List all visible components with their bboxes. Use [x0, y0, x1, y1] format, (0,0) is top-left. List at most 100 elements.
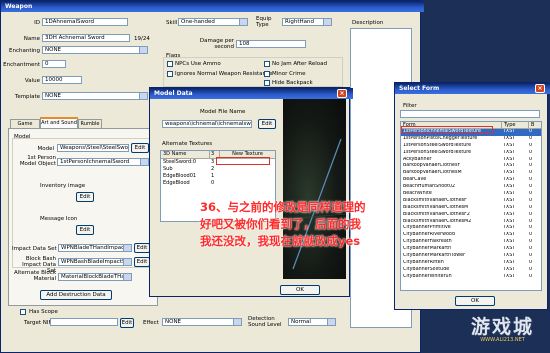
flag-ignores-resistance-checkbox[interactable]: [167, 71, 173, 77]
form-type: TXST: [503, 197, 516, 203]
form-list-row[interactable]: CityBannerWhiterun TXST 0: [401, 274, 541, 281]
impact-dropdown[interactable]: WPNBladeTHandImpactSet: [58, 244, 132, 252]
add-destruction-button[interactable]: Add Destruction Data: [40, 290, 112, 300]
skill-label: Skill: [166, 20, 178, 26]
form-list-row[interactable]: CityBannerMarkarthTower TXST 0: [401, 253, 541, 260]
inventory-edit-button[interactable]: Edit: [76, 192, 94, 202]
form-list-row[interactable]: BeachHumanShoot02 TXST 0: [401, 184, 541, 191]
watermark-logo: 游戏城 WWW.ALI213.NET: [455, 312, 550, 353]
model-edit-button[interactable]: Edit: [131, 143, 149, 153]
id-field[interactable]: 1DAhnemalSword: [42, 18, 128, 26]
form-b: 0: [529, 211, 533, 217]
form-name: CityBannerMarkarthTower: [403, 253, 466, 259]
form-list[interactable]: Form Type B 1stPersonIchnemalSwordTextur…: [400, 121, 542, 291]
equip-type-label: Equip Type: [256, 16, 272, 28]
form-name: CityBannerRiften: [403, 259, 444, 265]
form-list-row[interactable]: CityBannerRiverwood TXST 0: [401, 232, 541, 239]
form-list-row[interactable]: CityBannerFalkreath TXST 0: [401, 239, 541, 246]
alt-texture-name: EdgeBlood01: [163, 173, 197, 179]
form-list-row[interactable]: BearCave TXST 0: [401, 177, 541, 184]
form-name: BlacksmithVanaerClothesM2: [403, 218, 472, 224]
form-list-row[interactable]: BlacksmithVanaerClothesM2 TXST 0: [401, 219, 541, 226]
skill-dropdown[interactable]: One-handed: [178, 18, 248, 26]
form-b: 0: [529, 184, 533, 190]
form-list-row[interactable]: BarkoopVanaerClothesM TXST 0: [401, 170, 541, 177]
tab-rumble[interactable]: Rumble: [78, 119, 102, 128]
form-type: TXST: [503, 204, 516, 210]
form-type: TXST: [503, 232, 516, 238]
watermark-url: WWW.ALI213.NET: [480, 337, 525, 343]
tab-art-and-sound[interactable]: Art and Sound: [40, 117, 78, 128]
first-person-dropdown[interactable]: 1stPersonIchnemalSword: [57, 158, 149, 166]
col-3d-name[interactable]: 3D Name: [161, 151, 210, 158]
model-data-title: Model Data: [154, 90, 193, 97]
form-type: TXST: [503, 225, 516, 231]
form-list-row[interactable]: CityBannerMarkarth TXST 0: [401, 246, 541, 253]
damage-field[interactable]: 108: [236, 40, 306, 48]
alt-texture-row[interactable]: EdgeBlood01 1: [161, 173, 275, 180]
form-b: 0: [529, 129, 533, 134]
form-list-row[interactable]: AckyBanner TXST 0: [401, 157, 541, 164]
flag-no-jam-checkbox[interactable]: [264, 61, 270, 67]
form-list-row[interactable]: 1stPersonSteelSwordTexture TXST 0: [401, 143, 541, 150]
select-form-title-bar[interactable]: Select Form ×: [395, 83, 550, 94]
model-data-close-button[interactable]: ×: [337, 89, 347, 98]
form-b: 0: [529, 204, 533, 210]
form-list-row[interactable]: BlacksmithVanaerClothesF TXST 0: [401, 198, 541, 205]
form-list-row[interactable]: BlacksmithVanaerClothesM TXST 0: [401, 205, 541, 212]
col-b[interactable]: B: [529, 122, 541, 128]
weapon-title-bar[interactable]: Weapon: [1, 1, 424, 12]
form-list-row[interactable]: 1stPersonSteelSwordTexture TXST 0: [401, 150, 541, 157]
impact-edit-button[interactable]: Edit: [134, 243, 150, 253]
col-type[interactable]: Type: [502, 122, 529, 128]
form-b: 0: [529, 177, 533, 183]
equip-type-dropdown[interactable]: RightHand: [282, 18, 332, 26]
form-list-row[interactable]: CityBannerSolitude TXST 0: [401, 267, 541, 274]
block-bash-dropdown[interactable]: WPNBashBladeImpactSet: [58, 258, 132, 266]
form-list-row[interactable]: BeachWhite TXST 0: [401, 191, 541, 198]
enchantment-field[interactable]: 0: [42, 60, 66, 68]
alt-texture-row[interactable]: EdgeBlood 0: [161, 180, 275, 187]
message-edit-button[interactable]: Edit: [76, 225, 94, 235]
target-nif-field[interactable]: [50, 318, 118, 326]
model-path-field[interactable]: Weapons\Steel\SteelSword.nif: [57, 144, 129, 152]
template-label: Template: [14, 94, 40, 100]
effect-dropdown[interactable]: NONE: [162, 318, 242, 326]
model-data-ok-button[interactable]: OK: [280, 285, 320, 295]
alt-block-dropdown[interactable]: MaterialBlockBladeTHand: [58, 273, 132, 281]
name-field[interactable]: 3DH Achnemal Sword: [42, 34, 130, 42]
target-nif-edit-button[interactable]: Edit: [120, 318, 134, 328]
form-name: BeachHumanShoot02: [403, 184, 456, 190]
form-list-row[interactable]: BarkoopVanaerClothesF TXST 0: [401, 163, 541, 170]
tab-game-data[interactable]: Game Data: [10, 119, 40, 135]
template-dropdown[interactable]: NONE: [42, 92, 148, 100]
detection-dropdown[interactable]: Normal: [288, 318, 336, 326]
form-type: TXST: [503, 239, 516, 245]
select-form-title: Select Form: [399, 85, 440, 92]
form-list-row[interactable]: 1stPersonPistolCheggerTexture TXST 0: [401, 136, 541, 143]
alt-texture-row[interactable]: Sub 2: [161, 166, 275, 173]
form-b: 0: [529, 232, 533, 238]
select-form-close-button[interactable]: ×: [535, 84, 545, 93]
form-type: TXST: [503, 211, 516, 217]
alt-texture-name: SteelSword:0: [163, 159, 197, 165]
caption-line-3: 我还没改，我现在就就改成yes: [200, 234, 361, 248]
model-file-field[interactable]: weapons\ichnemal\ichnemalsword.nif: [162, 120, 252, 128]
value-field[interactable]: 10000: [42, 76, 82, 84]
select-form-ok-button[interactable]: OK: [455, 296, 495, 306]
form-type: TXST: [503, 246, 516, 252]
form-name: 1stPersonPistolCheggerTexture: [403, 135, 478, 141]
form-list-row[interactable]: CityBannerRiften TXST 0: [401, 260, 541, 267]
flag-npcs-use-ammo-checkbox[interactable]: [167, 61, 173, 67]
form-list-row[interactable]: CityBannerPrimitive TXST 0: [401, 225, 541, 232]
flag-hide-backpack-checkbox[interactable]: [264, 80, 270, 86]
form-list-row[interactable]: BlacksmithVanaerClothesF2 TXST 0: [401, 212, 541, 219]
has-scope-checkbox[interactable]: [20, 309, 26, 315]
block-bash-edit-button[interactable]: Edit: [134, 257, 150, 267]
enchanting-dropdown[interactable]: NONE: [42, 46, 148, 54]
filter-input[interactable]: [400, 110, 540, 118]
model-preview[interactable]: [283, 99, 346, 279]
model-data-title-bar[interactable]: Model Data ×: [150, 88, 353, 99]
model-file-edit-button[interactable]: Edit: [258, 119, 276, 129]
flag-minor-crime-checkbox[interactable]: [264, 71, 270, 77]
